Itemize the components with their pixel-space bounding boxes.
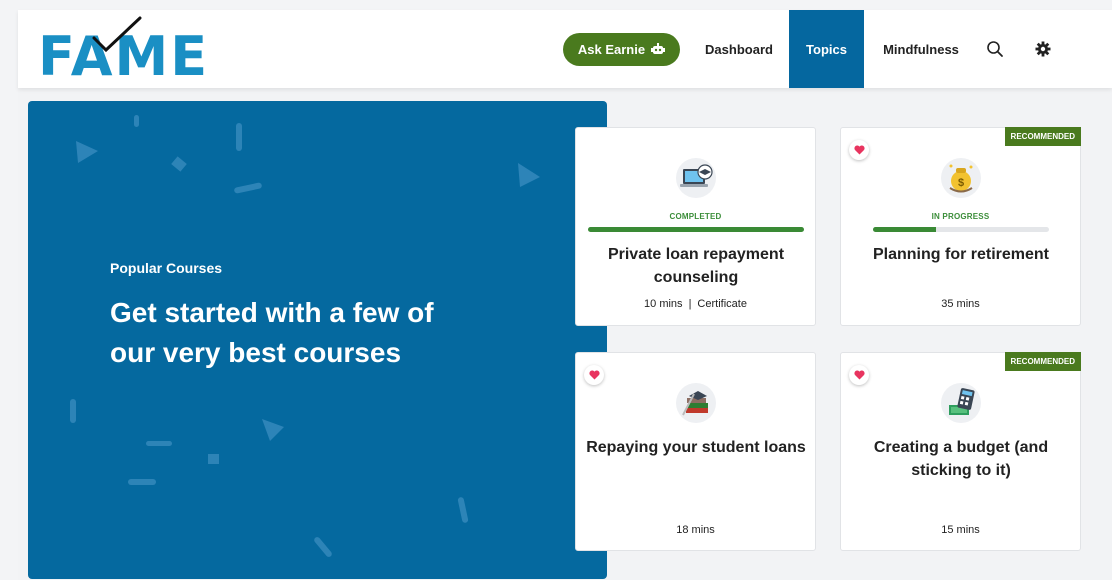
course-duration: 18 mins [676, 524, 715, 536]
checkmark-icon [92, 16, 142, 53]
course-duration: 35 mins [941, 298, 980, 310]
course-card[interactable]: Repaying your student loans 18 mins [575, 352, 816, 551]
heart-icon[interactable] [849, 365, 869, 385]
top-header: FAME Ask Earnie Dashboard Topics Mindful… [18, 10, 1112, 88]
course-title: Creating a budget (and sticking to it) [873, 439, 1049, 479]
course-card[interactable]: COMPLETED Private loan repayment counsel… [575, 127, 816, 326]
books-icon [676, 383, 716, 423]
progress-fill [588, 227, 804, 232]
laptop-icon [676, 158, 716, 198]
nav-dashboard[interactable]: Dashboard [694, 10, 784, 88]
progress-bar [588, 227, 804, 232]
course-duration: 15 mins [941, 524, 980, 536]
heart-icon[interactable] [584, 365, 604, 385]
course-certificate: Certificate [697, 298, 747, 310]
ask-earnie-label: Ask Earnie [577, 42, 646, 57]
course-title: Private loan repayment counseling [607, 246, 785, 286]
status-label: IN PROGRESS [931, 212, 990, 221]
svg-text:$: $ [958, 177, 964, 189]
money-bag-icon: $ [941, 158, 981, 198]
robot-icon [651, 43, 666, 54]
hero-title: Get started with a few of our very best … [110, 297, 434, 368]
app-frame: FAME Ask Earnie Dashboard Topics Mindful… [18, 10, 1112, 580]
gear-icon[interactable] [1031, 37, 1055, 61]
search-icon[interactable] [983, 37, 1007, 61]
course-meta: 10 mins | Certificate [576, 298, 815, 310]
ask-earnie-button[interactable]: Ask Earnie [563, 33, 680, 66]
course-card[interactable]: RECOMMENDED Creating a budget (and stick… [840, 352, 1081, 551]
calculator-icon [941, 383, 981, 423]
progress-fill [873, 227, 937, 232]
recommended-badge: RECOMMENDED [1004, 127, 1081, 146]
course-card[interactable]: RECOMMENDED $ IN PROGRESS Planning for r… [840, 127, 1081, 326]
course-duration: 10 mins [644, 298, 683, 310]
course-title: Planning for retirement [872, 246, 1050, 263]
hero-subtitle: Popular Courses [110, 260, 223, 276]
nav-mindfulness[interactable]: Mindfulness [870, 10, 972, 88]
recommended-badge: RECOMMENDED [1004, 352, 1081, 371]
status-label: COMPLETED [669, 212, 722, 221]
progress-bar [873, 227, 1049, 232]
meta-separator: | [688, 298, 692, 310]
hero-banner: Popular Courses Get started with a few o… [28, 101, 607, 579]
heart-icon[interactable] [849, 140, 869, 160]
nav-topics[interactable]: Topics [789, 10, 864, 88]
course-title: Repaying your student loans [586, 439, 806, 456]
fame-logo[interactable]: FAME [38, 16, 260, 84]
